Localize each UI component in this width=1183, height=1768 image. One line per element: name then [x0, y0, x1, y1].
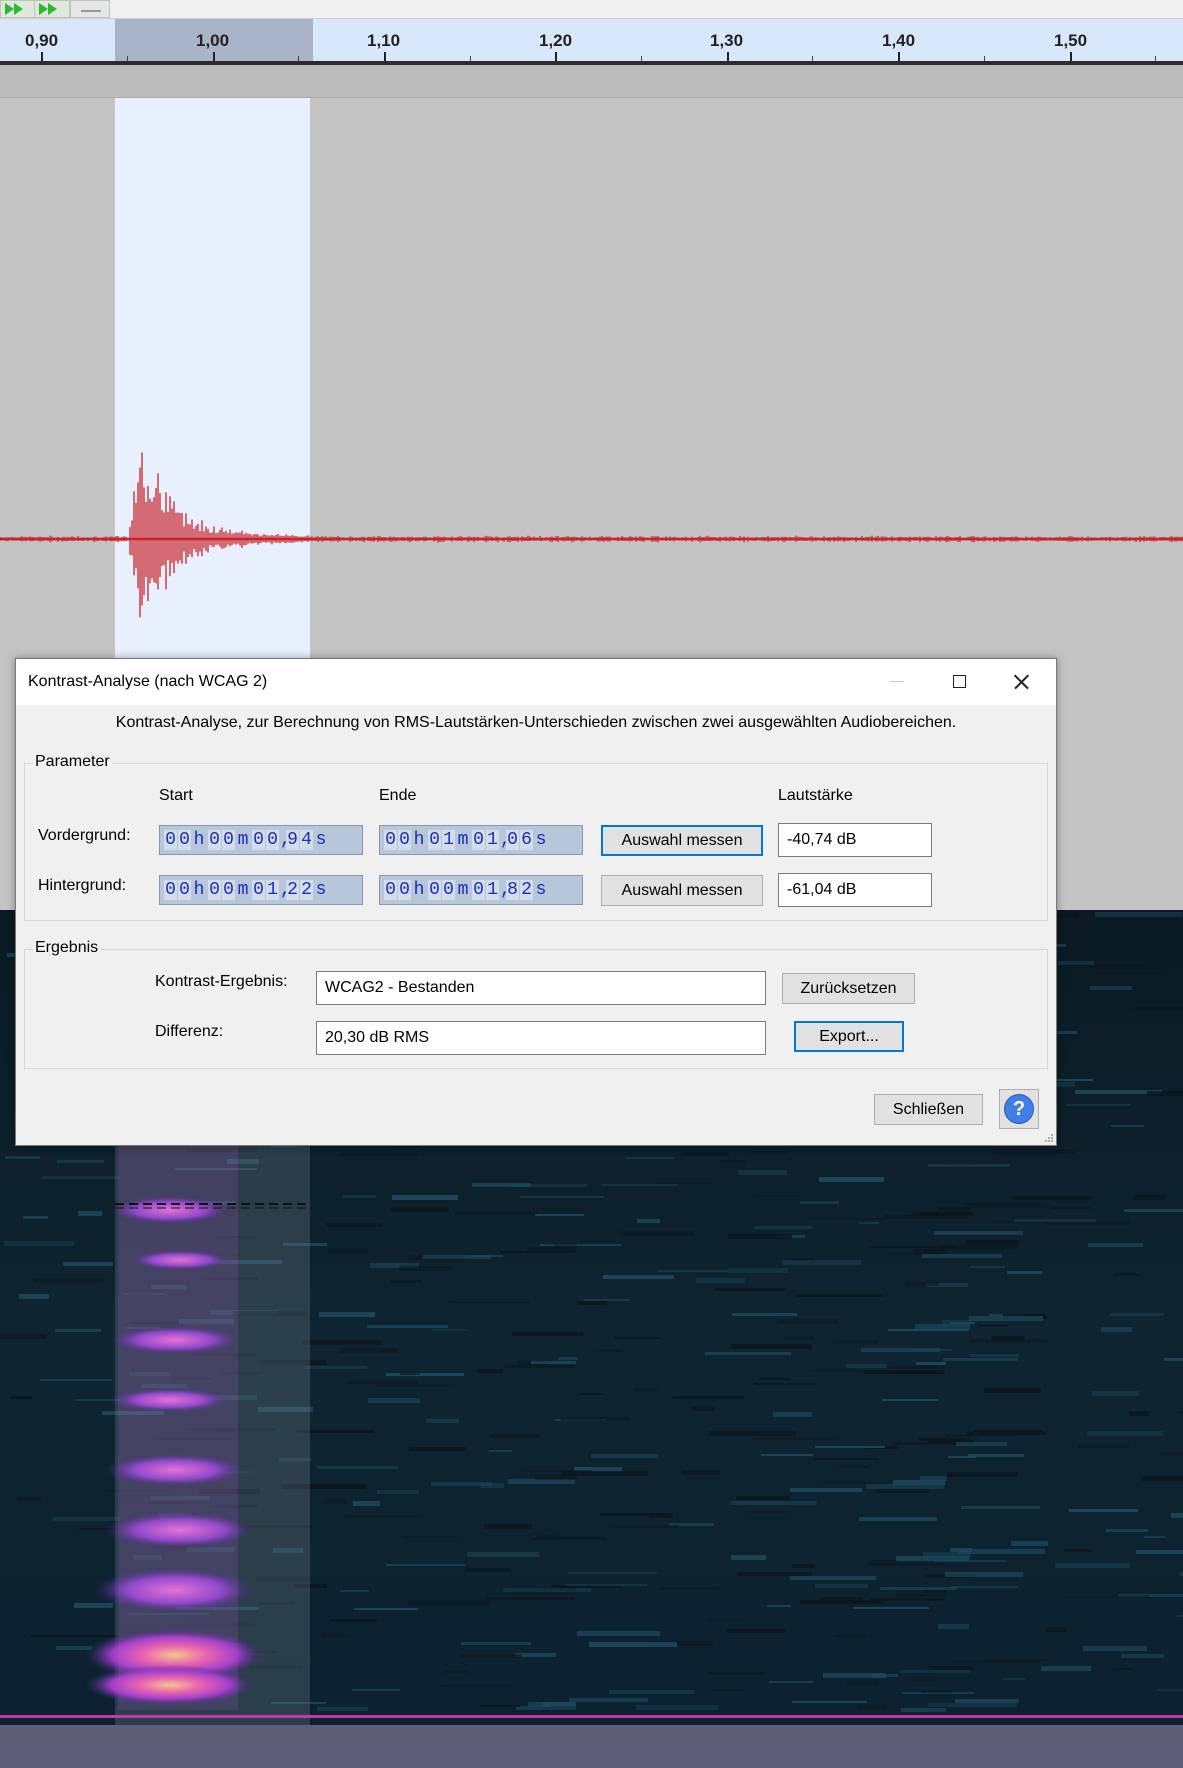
time-digit: 0: [428, 880, 441, 900]
background-label: Hintergrund:: [38, 877, 127, 894]
measure-foreground-button[interactable]: Auswahl messen: [601, 825, 763, 856]
time-digit: 1: [486, 830, 499, 850]
time-digit: 0: [506, 830, 519, 850]
time-unit: m: [237, 880, 249, 900]
contrast-result-field[interactable]: WCAG2 - Bestanden: [316, 971, 766, 1005]
background-volume-field[interactable]: -61,04 dB: [778, 873, 932, 907]
parameter-group-label: Parameter: [33, 753, 112, 771]
close-button[interactable]: Schließen: [874, 1094, 983, 1125]
time-digit: 0: [472, 880, 485, 900]
time-digit: 0: [428, 830, 441, 850]
result-group-label: Ergebnis: [33, 939, 101, 957]
time-digit: 0: [384, 880, 397, 900]
time-unit: h: [413, 880, 425, 900]
time-digit: 0: [222, 830, 235, 850]
ruler-label: 1,50: [1054, 31, 1088, 50]
dialog-description: Kontrast-Analyse, zur Berechnung von RMS…: [115, 714, 957, 731]
ruler-ticks: 0,90 1,00 1,10 1,20 1,30 1,40 1,50: [0, 19, 1183, 61]
help-button[interactable]: ?: [999, 1089, 1039, 1129]
time-digit: 0: [442, 880, 455, 900]
time-digit: 0: [266, 830, 279, 850]
contrast-analysis-dialog: Kontrast-Analyse (nach WCAG 2) Kontrast-…: [15, 658, 1057, 1146]
time-digit: 0: [178, 880, 191, 900]
foreground-volume-field[interactable]: -40,74 dB: [778, 823, 932, 857]
skip-end-icon[interactable]: [34, 0, 70, 18]
time-digit: 0: [398, 830, 411, 850]
foreground-start-time[interactable]: 00h00m00,94s: [159, 825, 363, 855]
time-digit: 0: [164, 830, 177, 850]
resize-grip-icon[interactable]: [1044, 1133, 1054, 1143]
time-digit: 0: [222, 880, 235, 900]
volume-column-header: Lautstärke: [778, 787, 853, 804]
time-digit: 1: [442, 830, 455, 850]
end-column-header: Ende: [379, 787, 417, 804]
time-digit: 0: [164, 880, 177, 900]
maximize-icon[interactable]: [931, 659, 989, 705]
difference-label: Differenz:: [155, 1023, 224, 1040]
dialog-titlebar[interactable]: Kontrast-Analyse (nach WCAG 2): [16, 659, 1056, 705]
time-digit: 0: [252, 830, 265, 850]
toolbar-strip: [0, 0, 1183, 19]
background-start-time[interactable]: 00h00m01,22s: [159, 875, 363, 905]
difference-field[interactable]: 20,30 dB RMS: [316, 1021, 766, 1055]
minimize-icon[interactable]: [868, 659, 926, 705]
toolbar-separator-icon[interactable]: [70, 0, 110, 18]
track-header-gap: [0, 65, 1183, 98]
time-digit: 0: [178, 830, 191, 850]
time-unit: s: [535, 880, 547, 900]
time-digit: 0: [208, 830, 221, 850]
dialog-title: Kontrast-Analyse (nach WCAG 2): [28, 673, 268, 690]
time-unit: h: [193, 880, 205, 900]
time-digit: 0: [208, 880, 221, 900]
start-column-header: Start: [159, 787, 193, 804]
background-end-time[interactable]: 00h00m01,82s: [379, 875, 583, 905]
time-digit: 0: [252, 880, 265, 900]
ruler-label: 1,00: [196, 31, 230, 50]
ruler-label: 1,10: [367, 31, 401, 50]
foreground-label: Vordergrund:: [38, 827, 131, 844]
ruler-label: 0,90: [25, 31, 59, 50]
reset-button[interactable]: Zurücksetzen: [782, 973, 915, 1004]
close-icon[interactable]: [990, 659, 1048, 705]
time-digit: 0: [384, 830, 397, 850]
time-digit: 6: [520, 830, 533, 850]
time-digit: 0: [472, 830, 485, 850]
time-unit: s: [535, 830, 547, 850]
time-digit: 2: [300, 880, 313, 900]
time-unit: s: [315, 880, 327, 900]
bottom-track-band: [0, 1725, 1183, 1768]
help-icon: ?: [1004, 1094, 1034, 1124]
time-unit: m: [457, 880, 469, 900]
time-unit: h: [193, 830, 205, 850]
time-digit: 1: [266, 880, 279, 900]
time-digit: 1: [486, 880, 499, 900]
foreground-end-time[interactable]: 00h01m01,06s: [379, 825, 583, 855]
measure-background-button[interactable]: Auswahl messen: [601, 875, 763, 906]
time-digit: 0: [398, 880, 411, 900]
time-unit: s: [315, 830, 327, 850]
time-digit: 4: [300, 830, 313, 850]
export-button[interactable]: Export...: [794, 1021, 904, 1052]
time-digit: 2: [286, 880, 299, 900]
ruler-label: 1,20: [539, 31, 573, 50]
time-unit: m: [237, 830, 249, 850]
time-digit: 9: [286, 830, 299, 850]
time-digit: 8: [506, 880, 519, 900]
play-icon[interactable]: [0, 0, 36, 18]
ruler-label: 1,40: [882, 31, 916, 50]
time-unit: m: [457, 830, 469, 850]
contrast-result-label: Kontrast-Ergebnis:: [155, 973, 288, 990]
ruler-label: 1,30: [710, 31, 744, 50]
time-digit: 2: [520, 880, 533, 900]
time-unit: h: [413, 830, 425, 850]
